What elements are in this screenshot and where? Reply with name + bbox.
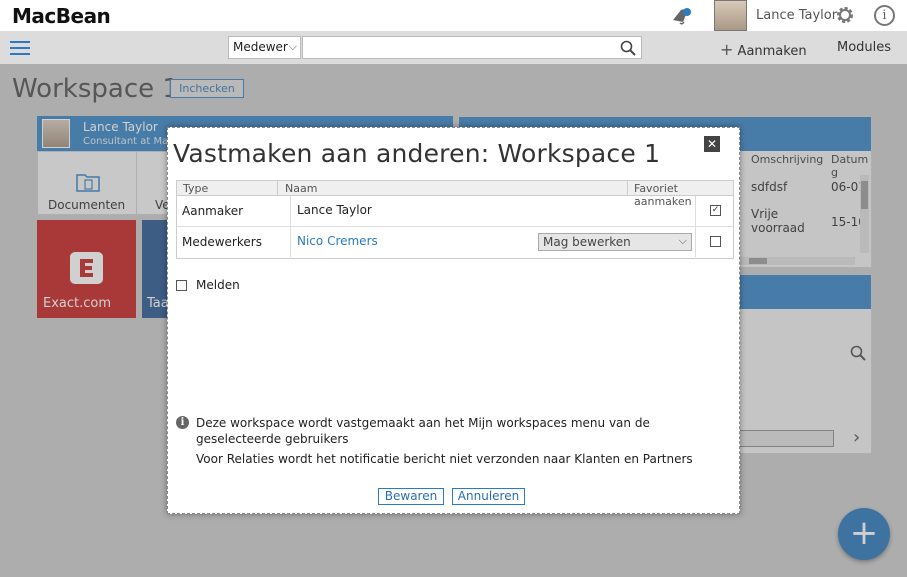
row-type: Aanmaker: [177, 196, 291, 226]
pin-dialog: Vastmaken aan anderen: Workspace 1 ✕ Typ…: [167, 127, 740, 514]
close-icon[interactable]: ✕: [704, 136, 720, 152]
top-bar: MacBean Lance Taylor i: [0, 0, 907, 32]
dialog-title: Vastmaken aan anderen: Workspace 1: [173, 139, 661, 168]
members-table: Type Naam Favoriet aanmaken Aanmaker Lan…: [176, 180, 734, 259]
info-icon: i: [176, 416, 189, 429]
favorite-checkbox[interactable]: ✓: [710, 205, 721, 216]
notify-checkbox[interactable]: [176, 280, 187, 291]
nav-bar: Medewer ⌵ + Aanmaken Modules: [0, 32, 907, 64]
notify-label[interactable]: Melden: [196, 278, 240, 292]
app-logo[interactable]: MacBean: [12, 4, 111, 28]
gear-icon[interactable]: [835, 5, 855, 25]
search-input[interactable]: [302, 36, 642, 59]
hamburger-menu-icon[interactable]: [10, 41, 30, 55]
create-new-label: Aanmaken: [737, 44, 807, 59]
column-header-type: Type: [183, 182, 209, 195]
favorite-checkbox[interactable]: [710, 236, 721, 247]
search-scope-select[interactable]: Medewer ⌵: [228, 36, 301, 59]
notification-bell-icon[interactable]: [670, 6, 692, 26]
user-name[interactable]: Lance Taylor: [756, 8, 837, 23]
permission-select[interactable]: Mag bewerken ⌵: [538, 233, 692, 251]
row-type: Medewerkers: [177, 227, 291, 257]
row-name: Lance Taylor: [297, 203, 372, 217]
search-icon[interactable]: [620, 40, 636, 56]
info-text: Deze workspace wordt vastgemaakt aan het…: [196, 416, 650, 446]
chevron-down-icon: ⌵: [288, 40, 297, 53]
table-row: Medewerkers Nico Cremers Mag bewerken ⌵: [177, 227, 733, 258]
permission-value: Mag bewerken: [543, 235, 631, 249]
favorite-cell: ✓: [695, 196, 734, 226]
row-name-link[interactable]: Nico Cremers: [297, 234, 378, 248]
favorite-cell: [695, 227, 734, 257]
save-button[interactable]: Bewaren: [378, 488, 444, 505]
chevron-down-icon: ⌵: [678, 234, 687, 247]
table-row: Aanmaker Lance Taylor ✓: [177, 196, 733, 227]
search-scope-value: Medewer: [233, 40, 288, 54]
info-icon[interactable]: i: [874, 5, 895, 26]
modules-button[interactable]: Modules: [837, 40, 891, 55]
avatar[interactable]: [714, 0, 747, 31]
create-new-button[interactable]: + Aanmaken: [720, 40, 807, 59]
cancel-button[interactable]: Annuleren: [452, 488, 525, 505]
table-header: Type Naam Favoriet aanmaken: [177, 181, 733, 208]
column-header-name: Naam: [285, 182, 318, 195]
info-text-relations: Voor Relaties wordt het notificatie beri…: [196, 452, 693, 466]
plus-icon: +: [720, 40, 734, 59]
